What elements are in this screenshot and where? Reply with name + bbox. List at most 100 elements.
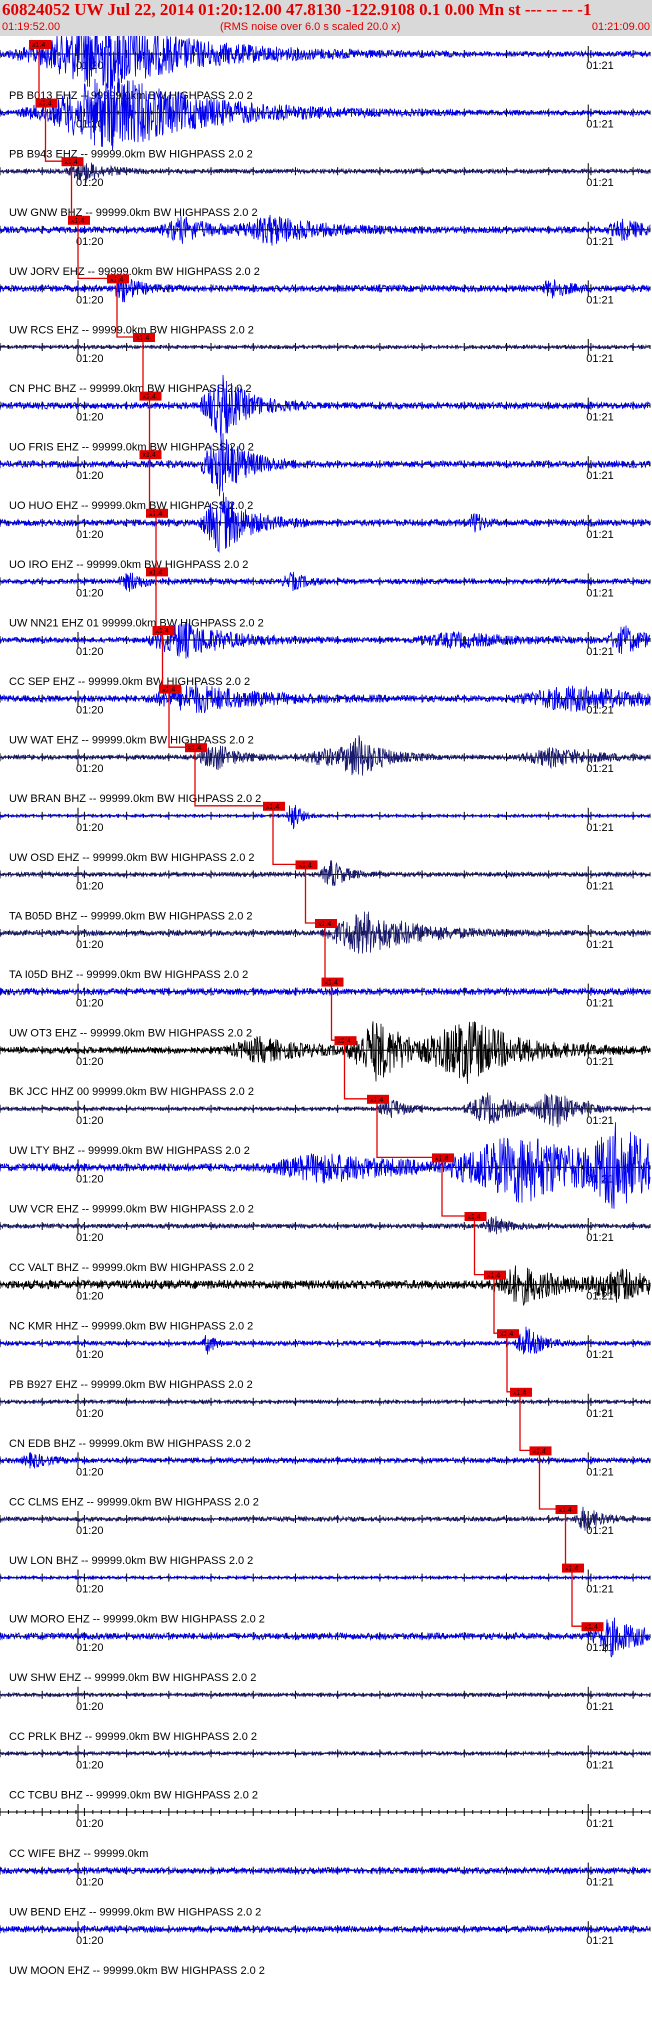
time-tick-label: 01:20 [76,880,104,892]
time-tick-label: 01:20 [76,1466,104,1478]
trace-28: 01:20 01:21 CC PRLK BHZ -- 99999.0km BW HI… [0,1686,651,1743]
trace-25: 01:20 01:21 UW LON BHZ -- 99999.0km BW HIG… [0,1505,651,1567]
time-tick-label: 01:21 [586,236,614,248]
time-tick-label: 01:20 [76,939,104,951]
time-tick-label: 01:20 [76,1818,104,1830]
time-tick-label: 01:20 [76,1935,104,1947]
time-tick-label: 01:21 [586,294,614,306]
time-tick-label: 01:21 [586,646,614,658]
station-label: UW MORO EHZ -- 99999.0km BW HIGHPASS 2.0… [9,1614,265,1626]
time-tick-label: 01:20 [76,470,104,482]
time-tick-label: 01:21 [586,939,614,951]
time-tick-label: 01:20 [76,1408,104,1420]
time-tick-label: 01:21 [586,412,614,424]
time-tick-label: 01:21 [586,1584,614,1596]
time-tick-label: 01:21 [586,1466,614,1478]
waveform [0,73,651,151]
station-label: UW GNW BHZ -- 99999.0km BW HIGHPASS 2.0 … [9,207,258,219]
time-tick-label: 01:20 [76,119,104,131]
time-tick-label: 01:21 [586,822,614,834]
time-tick-label: 01:21 [586,1408,614,1420]
time-tick-label: 01:20 [76,294,104,306]
station-label: TA I05D BHZ -- 99999.0km BW HIGHPASS 2.0… [9,969,248,981]
time-tick-label: 01:21 [586,1935,614,1947]
time-tick-label: 01:20 [76,353,104,365]
time-tick-label: 01:20 [76,763,104,775]
time-tick-label: 01:20 [76,1173,104,1185]
station-label: TA B05D BHZ -- 99999.0km BW HIGHPASS 2.0… [9,910,253,922]
time-tick-label: 01:20 [76,1701,104,1713]
station-label: UW NN21 EHZ 01 99999.0km BW HIGHPASS 2.0… [9,617,264,629]
trace-31: 01:20 01:21 UW BEND EHZ -- 99999.0km BW HI… [0,1862,651,1919]
station-label: UW JORV EHZ -- 99999.0km BW HIGHPASS 2.0… [9,266,260,278]
time-tick-label: 01:20 [76,646,104,658]
station-label: UW OT3 EHZ -- 99999.0km BW HIGHPASS 2.0 … [9,1028,252,1040]
time-tick-label: 01:21 [586,1115,614,1127]
time-tick-label: 01:20 [76,1232,104,1244]
seismogram-page: 60824052 UW Jul 22, 2014 01:20:12.00 47.… [0,0,652,2018]
time-tick-label: 01:20 [76,705,104,717]
trace-10: 01:20 01:21 CC SEP EHZ -- 99999.0km BW HIG… [0,621,651,688]
station-label: CC VALT BHZ -- 99999.0km BW HIGHPASS 2.0… [9,1262,254,1274]
station-label: BK JCC HHZ 00 99999.0km BW HIGHPASS 2.0 … [9,1086,254,1098]
time-tick-label: 01:20 [76,1877,104,1889]
trace-29: 01:20 01:21 CC TCBU BHZ -- 99999.0km BW HI… [0,1745,651,1801]
time-tick-label: 01:21 [586,880,614,892]
station-label: PB B927 EHZ -- 99999.0km BW HIGHPASS 2.0… [9,1379,253,1391]
time-tick-label: 01:20 [76,236,104,248]
time-tick-label: 01:21 [586,1759,614,1771]
waveform [0,1122,651,1209]
station-label: CC TCBU BHZ -- 99999.0km BW HIGHPASS 2.0… [9,1789,258,1801]
time-end: 01:21:09.00 [591,21,650,33]
time-tick-label: 01:20 [76,1349,104,1361]
time-tick-label: 01:21 [586,763,614,775]
station-label: CC WIFE BHZ -- 99999.0km [9,1848,148,1860]
trace-19: 01:20 01:21UW VCR EHZ -- 99999.0km BW HIG… [0,1122,651,1215]
time-tick-label: 01:20 [76,412,104,424]
station-label: UW LTY BHZ -- 99999.0km BW HIGHPASS 2.0 … [9,1145,250,1157]
station-label: NC KMR HHZ -- 99999.0km BW HIGHPASS 2.0 … [9,1321,253,1333]
time-tick-label: 01:21 [586,1701,614,1713]
event-title: 60824052 UW Jul 22, 2014 01:20:12.00 47.… [2,0,592,19]
trace-11: 01:20 01:21 UW WAT EHZ -- 99999.0km BW HIG… [0,682,651,747]
station-label: UW LON BHZ -- 99999.0km BW HIGHPASS 2.0 … [9,1555,253,1567]
trace-27: 01:20 01:21 UW SHW EHZ -- 99999.0km BW HIG… [0,1617,651,1684]
time-tick-label: 01:21 [586,1349,614,1361]
trace-14: 01:20 01:21 TA B05D BHZ -- 99999.0km BW HI… [0,860,651,922]
station-label: UW MOON EHZ -- 99999.0km BW HIGHPASS 2.0… [9,1965,265,1977]
time-tick-label: 01:21 [586,470,614,482]
time-tick-label: 01:20 [76,1584,104,1596]
waveform [0,1866,651,1876]
waveform [0,1924,651,1934]
station-label: UW BRAN BHZ -- 99999.0km BW HIGHPASS 2.0… [9,793,261,805]
trace-18: 01:20 01:21 UW LTY BHZ -- 99999.0km BW HIG… [0,1092,651,1157]
trace-21: 01:20 01:21 NC KMR HHZ -- 99999.0km BW HIG… [0,1265,651,1333]
trace-5: 01:20 01:21 CN PHC BHZ -- 99999.0km BW HIG… [0,333,651,395]
station-label: CC PRLK BHZ -- 99999.0km BW HIGHPASS 2.0… [9,1731,257,1743]
station-label: UW OSD EHZ -- 99999.0km BW HIGHPASS 2.0 … [9,852,255,864]
trace-22: 01:20 01:21 PB B927 EHZ -- 99999.0km BW HI… [0,1326,651,1391]
time-tick-label: 01:20 [76,529,104,541]
trace-1: 01:20 01:21PB B943 EHZ -- 99999.0km BW HI… [0,73,651,161]
waveform [0,343,651,351]
station-label: UW RCS EHZ -- 99999.0km BW HIGHPASS 2.0 … [9,324,254,336]
trace-4: 01:20 01:21 UW RCS EHZ -- 99999.0km BW HIG… [0,274,651,336]
station-label: CC SEP EHZ -- 99999.0km BW HIGHPASS 2.0 … [9,676,250,688]
station-label: UO FRIS EHZ -- 99999.0km BW HIGHPASS 2.0… [9,442,254,454]
time-tick-label: 01:20 [76,1056,104,1068]
station-label: CC CLMS EHZ -- 99999.0km BW HIGHPASS 2.0… [9,1496,259,1508]
header-bar: 60824052 UW Jul 22, 2014 01:20:12.00 47.… [0,0,652,36]
time-tick-label: 01:21 [586,119,614,131]
time-tick-label: 01:21 [586,705,614,717]
trace-9: 01:20 01:21 UW NN21 EHZ 01 99999.0km BW HI… [0,567,651,629]
station-label: CN EDB BHZ -- 99999.0km BW HIGHPASS 2.0 … [9,1438,251,1450]
time-tick-label: 01:20 [76,1525,104,1537]
trace-26: 01:20 01:21 UW MORO EHZ -- 99999.0km BW HI… [0,1563,651,1626]
trace-24: 01:20 01:21 CC CLMS EHZ -- 99999.0km BW HI… [0,1446,651,1508]
time-tick-label: 01:20 [76,1115,104,1127]
time-tick-label: 01:21 [586,1642,614,1654]
time-tick-label: 01:21 [586,60,614,72]
scale-note: (RMS noise over 6.0 s scaled 20.0 x) [220,21,401,33]
time-tick-label: 01:21 [586,1525,614,1537]
time-tick-label: 01:20 [76,587,104,599]
